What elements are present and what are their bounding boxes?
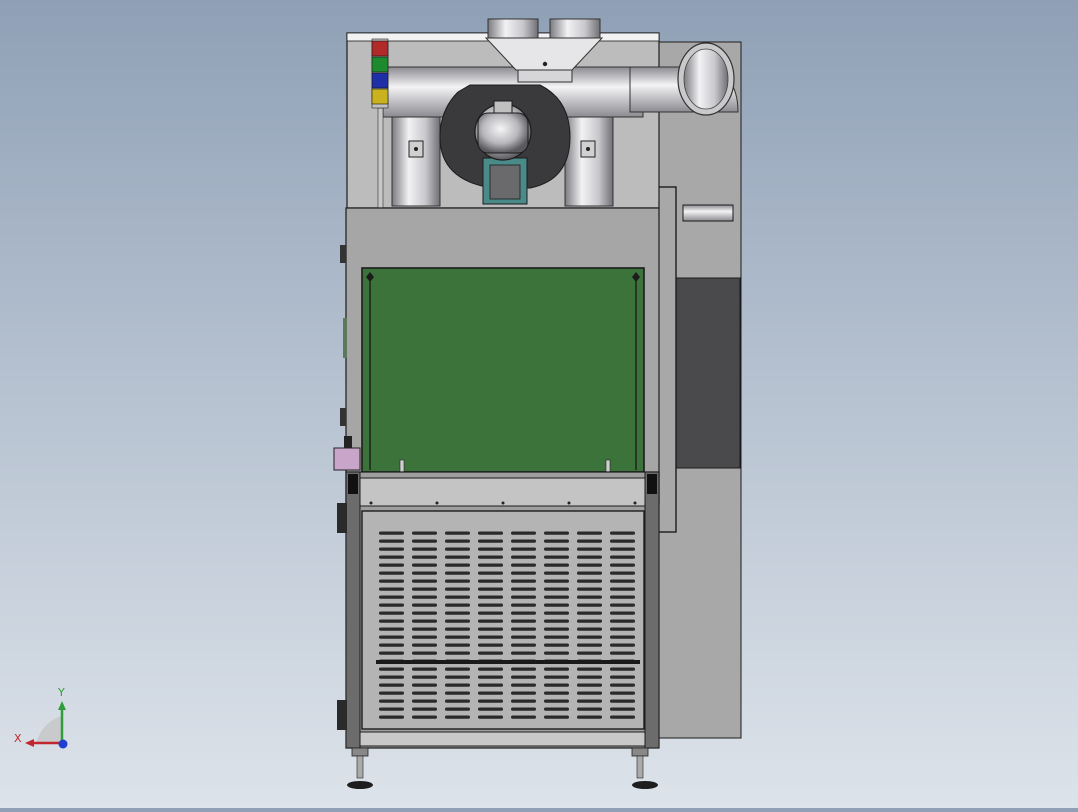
vented-panel: [359, 510, 646, 747]
viewing-window: [361, 267, 645, 473]
signal-light-yellow: [371, 88, 389, 105]
x-axis-arrowhead: [25, 739, 34, 747]
signal-light-red: [371, 40, 389, 57]
axis-triad-graphic: [25, 701, 68, 749]
filter-cartridge-right: [564, 102, 614, 207]
signal-light-green: [371, 56, 389, 73]
axis-plane-icon: [36, 716, 62, 744]
x-axis-label: X: [14, 732, 22, 745]
machine-drawing: [333, 18, 742, 789]
fan-motor: [474, 100, 532, 205]
z-axis-dot: [58, 739, 68, 749]
leveling-foot-left: [347, 747, 373, 789]
filter-cartridge-left: [391, 102, 441, 207]
cad-viewport[interactable]: Y X: [0, 0, 1078, 808]
y-axis-arrowhead: [58, 701, 66, 710]
signal-light-blue: [371, 72, 389, 89]
y-axis-label: Y: [58, 686, 65, 699]
axis-triad: Y X: [14, 686, 84, 756]
leveling-foot-right: [631, 747, 658, 789]
